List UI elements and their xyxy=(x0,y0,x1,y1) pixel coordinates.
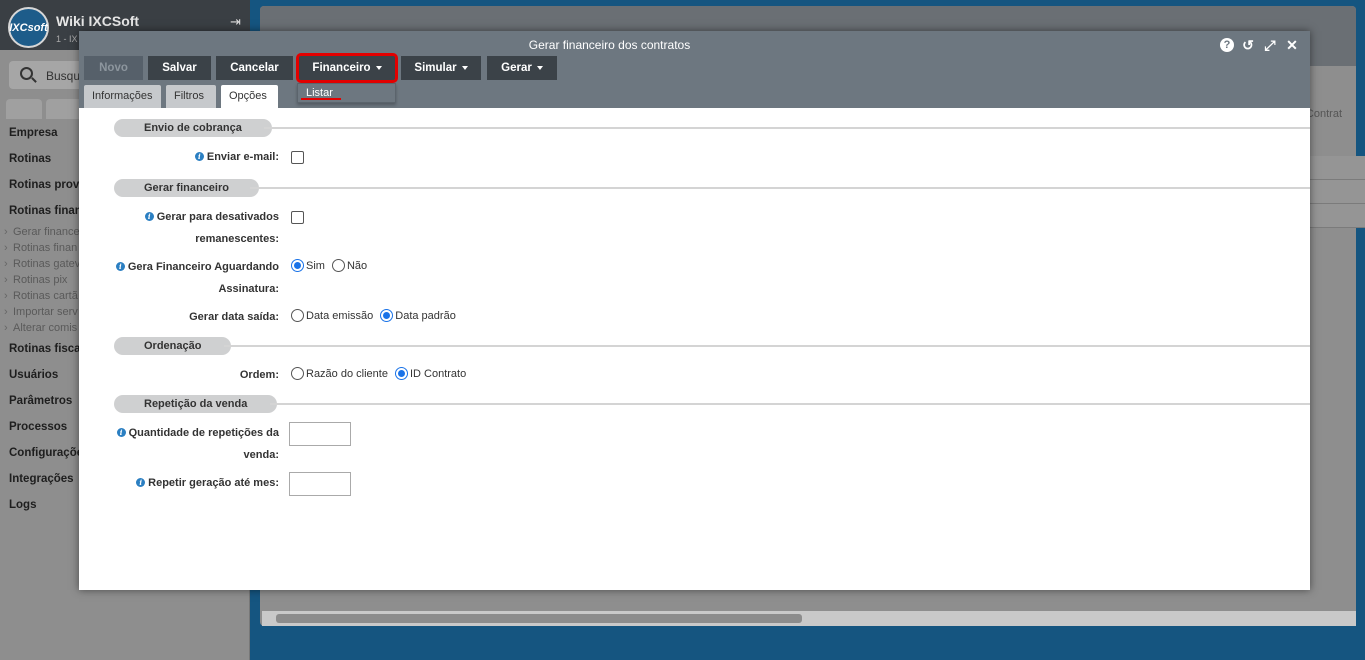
radio-data-padrao-label: Data padrão xyxy=(395,309,456,322)
ordem-radio-group: Razão do cliente ID Contrato xyxy=(291,367,473,380)
gerar-financeiro-modal: Gerar financeiro dos contratos ? ↺ ⤢ ✕ N… xyxy=(79,31,1310,590)
search-icon xyxy=(20,67,33,80)
ixcsoft-logo: IXCsoft xyxy=(8,7,49,48)
section-title: Repetição da venda xyxy=(114,395,278,413)
info-icon[interactable]: i xyxy=(115,262,125,271)
info-icon[interactable]: i xyxy=(136,478,146,487)
data-saida-radio-group: Data emissão Data padrão xyxy=(291,309,463,322)
section-title: Envio de cobrança xyxy=(114,119,272,137)
cancelar-button[interactable]: Cancelar xyxy=(216,56,293,80)
radio-data-emissao-label: Data emissão xyxy=(306,309,374,322)
info-icon[interactable]: i xyxy=(116,428,126,437)
label-text: Quantidade de repetições da xyxy=(128,427,279,439)
info-icon[interactable]: i xyxy=(144,212,154,221)
radio-id-contrato[interactable] xyxy=(394,367,408,380)
quantidade-repeticoes-label-line2: venda: xyxy=(243,449,279,461)
quantidade-repeticoes-input[interactable] xyxy=(289,422,351,446)
section-divider xyxy=(270,403,1310,405)
radio-data-emissao[interactable] xyxy=(291,309,304,322)
salvar-button[interactable]: Salvar xyxy=(148,56,211,80)
contrat-column-header: Contrat xyxy=(1305,108,1342,120)
sidebar-tab-menu[interactable] xyxy=(6,99,42,119)
radio-razao-label: Razão do cliente xyxy=(306,367,388,380)
aguardando-assinatura-label-line2: Assinatura: xyxy=(218,283,279,295)
radio-razao-cliente[interactable] xyxy=(291,367,304,380)
radio-sim[interactable] xyxy=(291,259,304,272)
simular-label: Simular xyxy=(414,62,457,74)
close-icon[interactable]: ✕ xyxy=(1284,37,1300,53)
modal-window-controls: ? ↺ ⤢ ✕ xyxy=(1220,37,1300,53)
section-title: Ordenação xyxy=(114,337,232,355)
app-sub: 1 - IX xyxy=(56,34,78,44)
radio-data-padrao[interactable] xyxy=(380,309,394,322)
desativados-checkbox[interactable] xyxy=(291,211,304,224)
enviar-email-checkbox[interactable] xyxy=(291,151,304,164)
desativados-label: i Gerar para desativados xyxy=(144,206,279,228)
label-text: Gerar para desativados xyxy=(156,211,279,223)
info-icon[interactable]: i xyxy=(194,152,204,161)
enviar-email-label: i Enviar e-mail: xyxy=(194,146,279,168)
aguardando-assinatura-label: i Gera Financeiro Aguardando xyxy=(115,256,279,278)
quantidade-repeticoes-label: i Quantidade de repetições da xyxy=(116,422,279,444)
repetir-geracao-label: i Repetir geração até mes: xyxy=(136,472,279,494)
financeiro-highlight-box xyxy=(296,53,398,83)
caret-down-icon xyxy=(536,66,543,70)
history-icon[interactable]: ↺ xyxy=(1240,37,1256,53)
section-divider xyxy=(250,187,1310,189)
app-name: Wiki IXCSoft xyxy=(56,13,140,29)
expand-icon[interactable]: ⤢ xyxy=(1262,37,1278,53)
modal-header: Gerar financeiro dos contratos ? ↺ ⤢ ✕ N… xyxy=(79,31,1310,108)
radio-id-contrato-label: ID Contrato xyxy=(409,367,467,380)
radio-nao[interactable] xyxy=(331,259,345,272)
logout-icon[interactable]: ⇥ xyxy=(230,14,241,30)
label-text: Enviar e-mail: xyxy=(206,151,279,163)
aguardando-assinatura-radio-group: Sim Não xyxy=(291,259,374,272)
radio-nao-label: Não xyxy=(346,259,368,272)
listar-underline-annotation xyxy=(301,98,341,100)
tab-informacoes[interactable]: Informações xyxy=(84,85,161,108)
modal-title: Gerar financeiro dos contratos xyxy=(528,38,691,52)
horizontal-scrollbar[interactable] xyxy=(262,611,1356,626)
novo-button[interactable]: Novo xyxy=(84,56,143,80)
tab-opcoes[interactable]: Opções xyxy=(221,85,278,108)
repetir-geracao-input[interactable] xyxy=(289,472,351,496)
simular-dropdown-button[interactable]: Simular xyxy=(401,56,481,80)
gerar-label: Gerar xyxy=(501,62,532,74)
sidebar-tab-print[interactable] xyxy=(46,99,82,119)
search-placeholder: Busqu xyxy=(46,69,81,83)
financeiro-dropdown-menu: Listar xyxy=(297,83,396,103)
tab-filtros[interactable]: Filtros xyxy=(166,85,216,108)
radio-sim-label: Sim xyxy=(306,259,325,272)
opcoes-panel: Envio de cobrança i Enviar e-mail: Gerar … xyxy=(79,108,1310,590)
label-text: Repetir geração até mes: xyxy=(148,477,279,489)
ordem-label: Ordem: xyxy=(239,369,279,381)
label-text: Gera Financeiro Aguardando xyxy=(127,261,279,273)
gerar-dropdown-button[interactable]: Gerar xyxy=(487,56,557,80)
section-title: Gerar financeiro xyxy=(114,179,259,197)
help-icon[interactable]: ? xyxy=(1220,38,1234,52)
section-divider xyxy=(224,345,1310,347)
desativados-label-line2: remanescentes: xyxy=(195,233,279,245)
caret-down-icon xyxy=(461,66,468,70)
scrollbar-thumb[interactable] xyxy=(276,614,802,623)
data-saida-label: Gerar data saída: xyxy=(189,311,279,323)
section-divider xyxy=(264,127,1310,129)
